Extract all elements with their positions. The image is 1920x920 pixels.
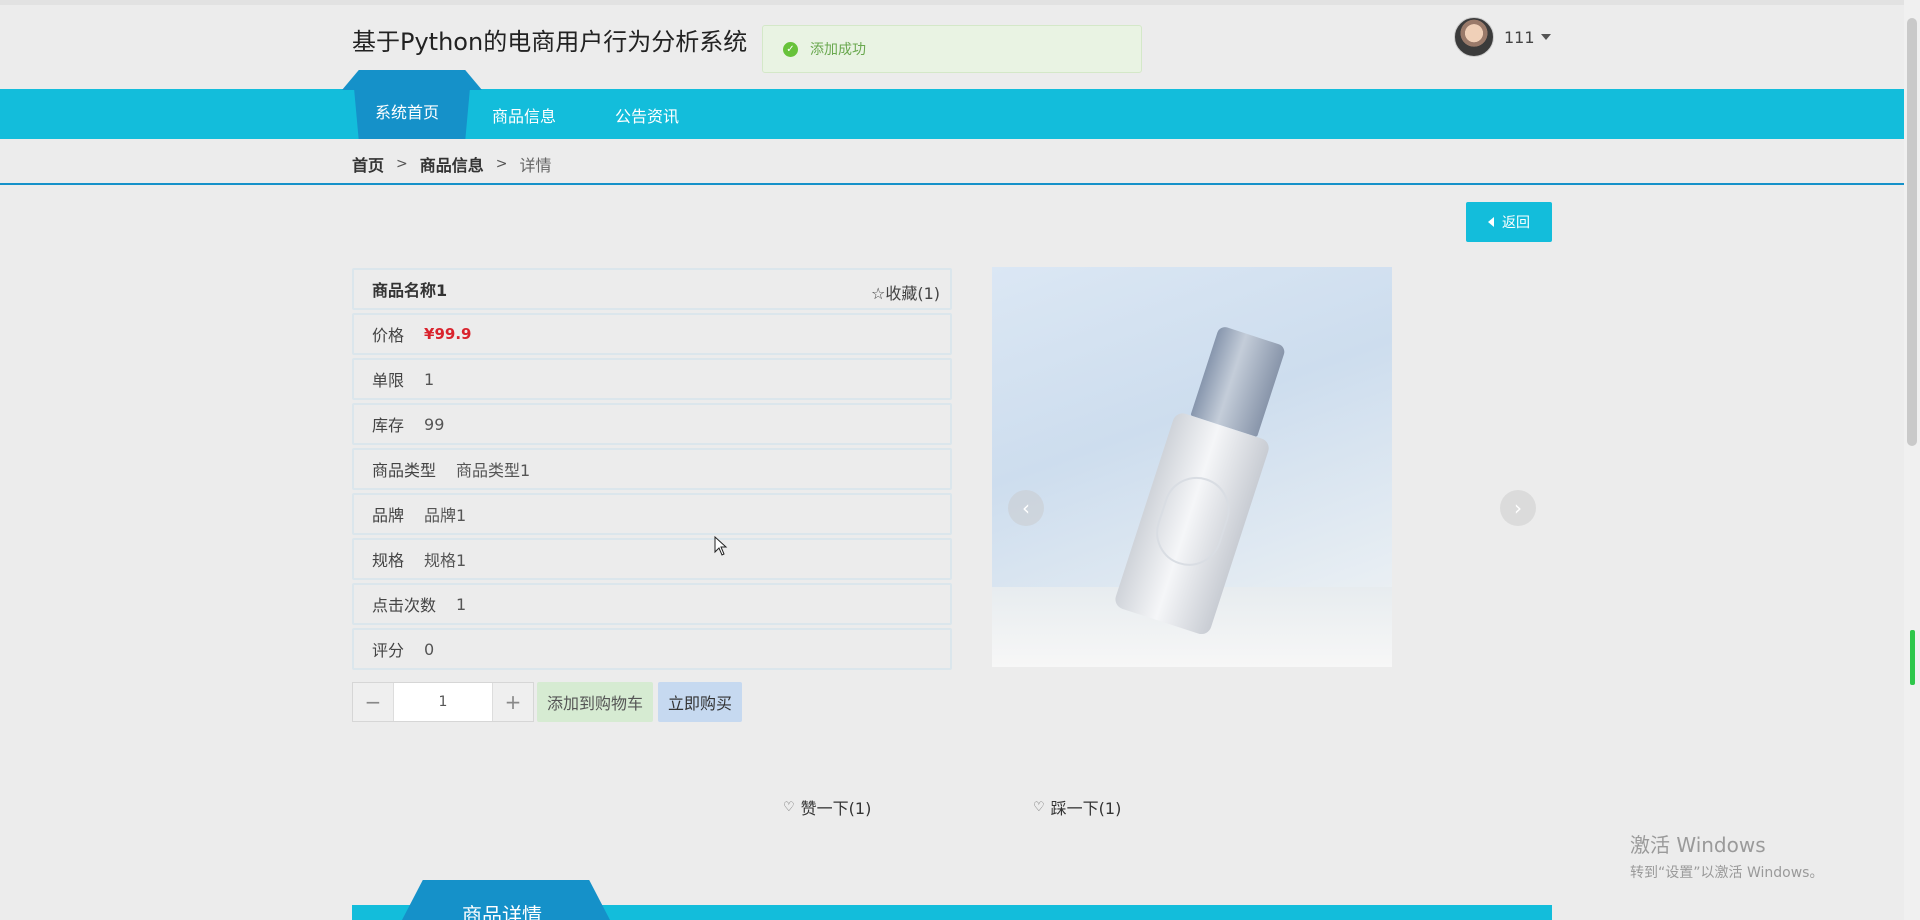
field-row-rating: 评分 0 — [352, 628, 952, 670]
user-menu[interactable]: 111 — [1454, 17, 1551, 57]
favorite-button[interactable]: ☆收藏(1) — [871, 280, 940, 304]
back-button-label: 返回 — [1502, 215, 1530, 231]
toast-message: 添加成功 — [810, 42, 866, 58]
field-label: 规格 — [372, 551, 405, 570]
nav-item-products[interactable]: 商品信息 — [492, 103, 556, 127]
user-name[interactable]: 111 — [1504, 28, 1535, 47]
carousel-next-icon[interactable]: › — [1500, 490, 1536, 526]
field-value: 品牌1 — [424, 506, 467, 525]
field-value: 99 — [424, 414, 445, 434]
buy-now-button[interactable]: 立即购买 — [658, 682, 742, 722]
field-row-type: 商品类型 商品类型1 — [352, 448, 952, 490]
field-label: 价格 — [372, 326, 405, 345]
windows-activation-watermark: 激活 Windows 转到“设置”以激活 Windows。 — [1630, 829, 1823, 882]
product-name-row: 商品名称1 ☆收藏(1) — [352, 268, 952, 310]
quantity-input[interactable]: 1 — [393, 683, 493, 721]
detail-section-title: 商品详情 — [462, 903, 542, 920]
scrollbar-marker — [1910, 630, 1915, 685]
field-row-price: 价格 ¥99.9 — [352, 313, 952, 355]
field-value: 1 — [424, 369, 435, 389]
breadcrumb-separator: > — [396, 156, 408, 172]
breadcrumb-separator: > — [495, 156, 508, 172]
product-image — [992, 267, 1392, 667]
product-name: 商品名称1 — [372, 281, 448, 300]
field-label: 商品类型 — [372, 461, 437, 480]
back-button[interactable]: 返回 — [1466, 202, 1552, 242]
field-label: 评分 — [372, 641, 405, 660]
carousel-prev-icon[interactable]: ‹ — [1008, 490, 1044, 526]
scrollbar-thumb[interactable] — [1907, 18, 1917, 446]
field-label: 点击次数 — [372, 596, 437, 615]
caret-down-icon[interactable] — [1540, 34, 1551, 40]
watermark-line2: 转到“设置”以激活 Windows。 — [1630, 865, 1824, 881]
like-button[interactable]: ♡ 赞一下(1) — [783, 795, 871, 819]
dislike-label: 踩一下(1) — [1050, 799, 1122, 818]
watermark-line1: 激活 Windows — [1630, 833, 1766, 857]
thumb-up-icon: ♡ — [783, 799, 795, 815]
site-title: 基于Python的电商用户行为分析系统 — [352, 28, 748, 56]
field-value: 规格1 — [424, 551, 467, 570]
field-label: 库存 — [372, 416, 405, 435]
breadcrumb-section[interactable]: 商品信息 — [420, 152, 484, 176]
dislike-button[interactable]: ♡ 踩一下(1) — [1033, 795, 1121, 819]
field-value: 1 — [456, 594, 467, 614]
breadcrumb-bar — [0, 139, 1904, 185]
field-value: 商品类型1 — [456, 461, 531, 480]
success-toast: ✓ 添加成功 — [762, 25, 1142, 73]
quantity-stepper: − 1 + — [352, 682, 534, 722]
field-label: 单限 — [372, 371, 405, 390]
field-row-spec: 规格 规格1 — [352, 538, 952, 580]
main-nav — [0, 89, 1904, 139]
thumb-down-icon: ♡ — [1033, 799, 1045, 815]
breadcrumb-current: 详情 — [519, 156, 552, 175]
breadcrumb: 首页 > 商品信息 > 详情 — [352, 152, 552, 176]
avatar[interactable] — [1454, 17, 1494, 57]
check-circle-icon: ✓ — [783, 41, 798, 57]
add-to-cart-button[interactable]: 添加到购物车 — [537, 682, 653, 722]
field-value: 0 — [424, 639, 435, 659]
nav-item-home[interactable]: 系统首页 — [375, 99, 439, 123]
price-value: ¥99.9 — [424, 325, 472, 343]
field-row-stock: 库存 99 — [352, 403, 952, 445]
caret-left-icon — [1488, 217, 1494, 227]
like-label: 赞一下(1) — [800, 799, 872, 818]
field-row-clicks: 点击次数 1 — [352, 583, 952, 625]
field-row-brand: 品牌 品牌1 — [352, 493, 952, 535]
quantity-increment-button[interactable]: + — [493, 683, 533, 721]
quantity-decrement-button[interactable]: − — [353, 683, 393, 721]
breadcrumb-home[interactable]: 首页 — [352, 152, 384, 176]
field-label: 品牌 — [372, 506, 405, 525]
nav-item-news[interactable]: 公告资讯 — [615, 103, 679, 127]
top-border — [0, 0, 1904, 5]
field-row-limit: 单限 1 — [352, 358, 952, 400]
